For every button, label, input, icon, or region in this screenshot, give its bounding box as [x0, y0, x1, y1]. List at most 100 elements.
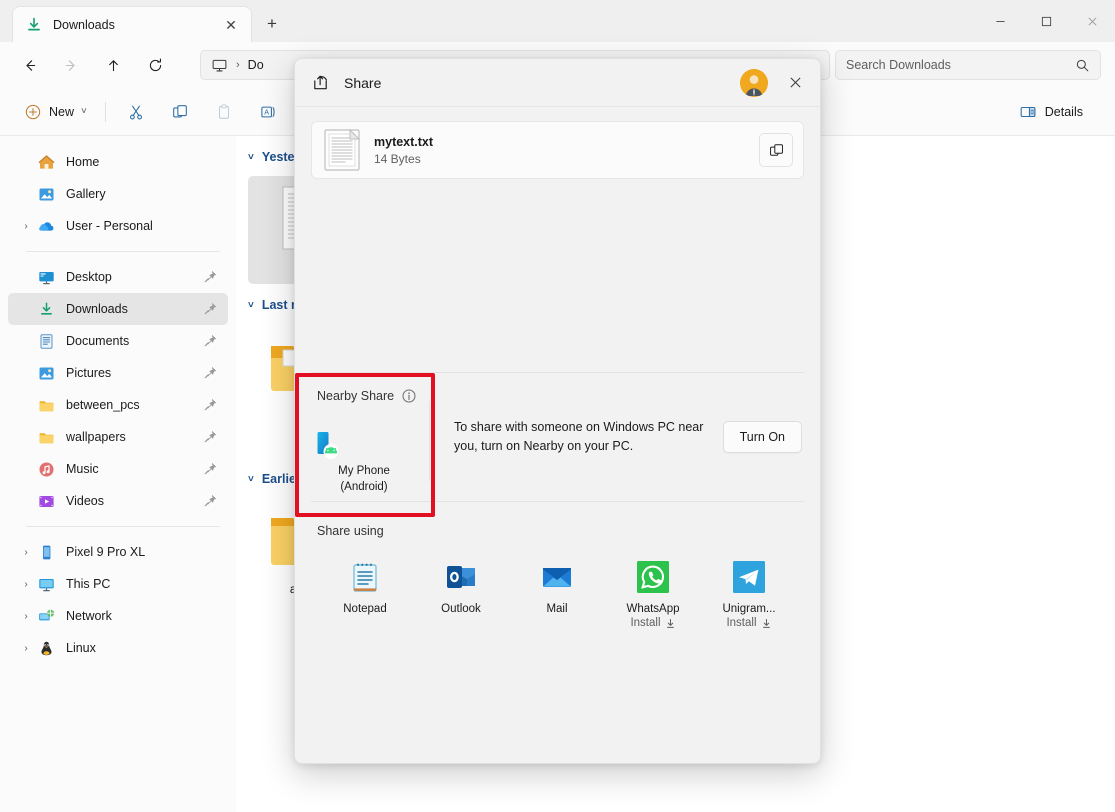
outlook-icon: [444, 560, 478, 594]
pin-icon[interactable]: [203, 269, 218, 284]
sidebar-divider: [26, 526, 220, 527]
details-label: Details: [1045, 105, 1083, 119]
sidebar-item-label: Pictures: [66, 366, 111, 380]
breadcrumb-current[interactable]: Do: [248, 58, 264, 72]
search-input[interactable]: Search Downloads: [835, 50, 1101, 80]
sidebar-item-between-pcs[interactable]: between_pcs: [8, 389, 228, 421]
pin-icon[interactable]: [203, 461, 218, 476]
chevron-right-icon[interactable]: ›: [18, 600, 34, 632]
chevron-down-icon[interactable]: ˅: [248, 474, 254, 485]
sidebar-item-linux[interactable]: ›Linux: [8, 632, 228, 664]
sidebar-item-wallpapers[interactable]: wallpapers: [8, 421, 228, 453]
share-app-install[interactable]: Install: [605, 617, 701, 629]
chevron-right-icon[interactable]: ›: [18, 568, 34, 600]
sidebar-item-label: between_pcs: [66, 398, 140, 412]
info-icon[interactable]: [402, 389, 416, 403]
sidebar-item-pixel-9-pro-xl[interactable]: ›Pixel 9 Pro XL: [8, 536, 228, 568]
pin-icon[interactable]: [203, 397, 218, 412]
details-button[interactable]: Details: [1009, 96, 1093, 128]
folder-icon: [38, 397, 55, 414]
chevron-right-icon[interactable]: ›: [18, 536, 34, 568]
sidebar-item-documents[interactable]: Documents: [8, 325, 228, 357]
sidebar-item-gallery[interactable]: Gallery: [8, 178, 228, 210]
share-app-install-label: Install: [726, 617, 756, 629]
nearby-share-description: To share with someone on Windows PC near…: [454, 418, 707, 456]
sidebar-item-pictures[interactable]: Pictures: [8, 357, 228, 389]
share-icon: [311, 73, 330, 92]
sidebar-item-this-pc[interactable]: ›This PC: [8, 568, 228, 600]
share-app-outlook[interactable]: Outlook: [413, 556, 509, 635]
download-icon: [38, 301, 55, 318]
new-button[interactable]: New ˅: [14, 97, 97, 127]
details-pane-icon: [1019, 103, 1037, 121]
pin-icon[interactable]: [203, 301, 218, 316]
pin-icon[interactable]: [203, 493, 218, 508]
sidebar-item-desktop[interactable]: Desktop: [8, 261, 228, 293]
rename-button[interactable]: A: [250, 96, 286, 128]
pin-icon[interactable]: [203, 365, 218, 380]
copy-icon: [768, 142, 785, 159]
chevron-right-icon[interactable]: ›: [18, 210, 34, 242]
share-app-mail[interactable]: Mail: [509, 556, 605, 635]
share-app-notepad[interactable]: Notepad: [317, 556, 413, 635]
share-app-name: WhatsApp: [605, 603, 701, 615]
share-app-install[interactable]: Install: [701, 617, 797, 629]
maximize-button[interactable]: [1023, 0, 1069, 42]
refresh-icon[interactable]: [138, 48, 172, 82]
sidebar-item-user-personal[interactable]: › User - Personal: [8, 210, 228, 242]
shared-file-info: mytext.txt 14 Bytes: [374, 135, 759, 166]
sidebar-item-videos[interactable]: Videos: [8, 485, 228, 517]
back-arrow-icon[interactable]: [12, 48, 46, 82]
share-using-apps[interactable]: NotepadOutlookMailWhatsApp InstallUnigram…: [295, 538, 820, 635]
pin-icon[interactable]: [203, 333, 218, 348]
sidebar-item-label: Music: [66, 462, 99, 476]
avatar[interactable]: [740, 69, 768, 97]
chevron-down-icon[interactable]: ˅: [248, 300, 254, 311]
share-dialog-close-button[interactable]: [780, 68, 810, 98]
sidebar-item-home[interactable]: Home: [8, 146, 228, 178]
copy-file-button[interactable]: [759, 133, 793, 167]
file-group-label: Last r: [262, 298, 296, 312]
window-controls: [977, 0, 1115, 42]
sidebar-divider: [26, 251, 220, 252]
share-app-whatsapp[interactable]: WhatsApp Install: [605, 556, 701, 635]
share-app-name: Outlook: [413, 603, 509, 615]
forward-arrow-icon[interactable]: [54, 48, 88, 82]
share-app-unigram[interactable]: Unigram...Install: [701, 556, 797, 635]
sidebar-item-downloads[interactable]: Downloads: [8, 293, 228, 325]
download-small-icon: [761, 618, 772, 629]
sidebar-item-network[interactable]: ›Network: [8, 600, 228, 632]
nearby-device-name-line1: My Phone: [309, 463, 419, 479]
tab-label: Downloads: [53, 18, 219, 32]
paste-button[interactable]: [206, 96, 242, 128]
sidebar-item-music[interactable]: Music: [8, 453, 228, 485]
sidebar-item-label: User - Personal: [66, 219, 153, 233]
copy-button[interactable]: [162, 96, 198, 128]
cut-icon: [127, 103, 145, 121]
this-pc-icon: [211, 57, 228, 74]
folder-icon: [38, 429, 55, 446]
share-using-title: Share using: [295, 502, 820, 538]
videos-icon: [38, 493, 55, 510]
chevron-right-icon[interactable]: ›: [18, 632, 34, 664]
tab-downloads[interactable]: Downloads ✕: [12, 6, 252, 42]
music-icon: [38, 461, 55, 478]
telegram-icon: [732, 560, 766, 594]
close-button[interactable]: [1069, 0, 1115, 42]
up-arrow-icon[interactable]: [96, 48, 130, 82]
chevron-down-icon[interactable]: ˅: [248, 152, 254, 163]
navigation-sidebar[interactable]: HomeGallery›User - PersonalDesktopDownlo…: [0, 136, 236, 812]
turn-on-button[interactable]: Turn On: [723, 421, 802, 453]
rename-icon: A: [259, 103, 277, 121]
sidebar-item-label: Videos: [66, 494, 104, 508]
tab-close-icon[interactable]: ✕: [219, 13, 243, 37]
cut-button[interactable]: [118, 96, 154, 128]
minimize-button[interactable]: [977, 0, 1023, 42]
paste-icon: [215, 103, 233, 121]
share-app-name: Notepad: [317, 603, 413, 615]
pin-icon[interactable]: [203, 429, 218, 444]
new-tab-button[interactable]: +: [259, 11, 285, 37]
nearby-device-my-phone[interactable]: My Phone (Android): [309, 425, 419, 501]
onedrive-icon: [38, 218, 55, 235]
sidebar-item-label: wallpapers: [66, 430, 126, 444]
